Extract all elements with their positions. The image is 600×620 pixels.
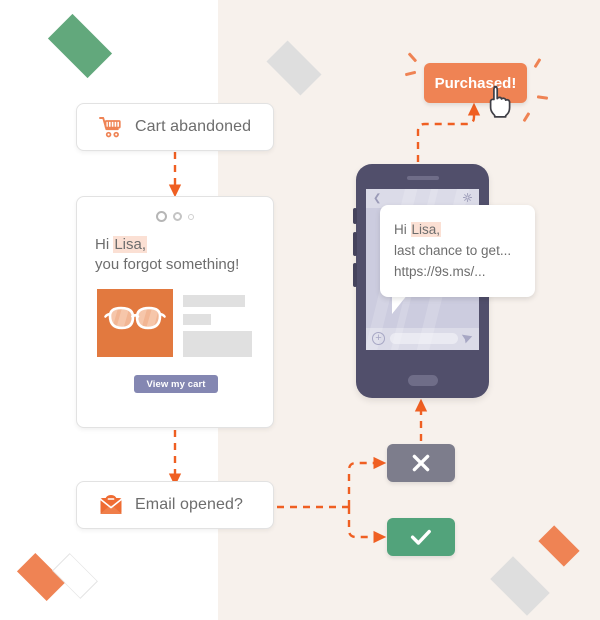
- node-cart-abandoned[interactable]: Cart abandoned: [76, 103, 274, 151]
- x-icon: [411, 453, 431, 473]
- sunglasses-icon: [104, 306, 166, 330]
- sms-line3: https://9s.ms/...: [394, 264, 486, 279]
- node-cart-abandoned-label: Cart abandoned: [135, 118, 252, 135]
- send-icon[interactable]: [461, 333, 473, 345]
- pointing-hand-cursor: [487, 85, 513, 118]
- dot-small-icon: [188, 213, 194, 220]
- phone-volume-down-button[interactable]: [353, 263, 357, 287]
- phone-earpiece: [406, 176, 439, 180]
- result-button-positive[interactable]: [387, 518, 455, 556]
- check-icon: [410, 527, 432, 547]
- plus-circle-icon[interactable]: +: [372, 332, 385, 345]
- email-placeholder-bar-2: [183, 314, 211, 325]
- envelope-icon: [99, 494, 123, 516]
- phone-mute-button[interactable]: [353, 208, 357, 224]
- email-placeholder-block-3: [183, 331, 252, 357]
- shopping-cart-icon: [99, 116, 123, 138]
- sms-line2: last chance to get...: [394, 243, 512, 258]
- email-greeting-prefix: Hi: [95, 236, 114, 253]
- node-email-opened[interactable]: Email opened?: [76, 481, 274, 529]
- email-card-dots: [77, 211, 273, 222]
- sms-bubble-text: Hi Lisa, last chance to get... https://9…: [394, 219, 511, 282]
- email-greeting: Hi Lisa, you forgot something!: [95, 235, 239, 275]
- sms-line1-name: Lisa,: [410, 222, 442, 237]
- sms-line1-prefix: Hi: [394, 222, 411, 237]
- illustration-canvas: Cart abandoned Hi Lisa, you forgot somet…: [0, 0, 600, 620]
- email-preview-card[interactable]: Hi Lisa, you forgot something! View my c…: [76, 196, 274, 428]
- gear-icon[interactable]: [463, 193, 472, 202]
- email-subject-line: you forgot something!: [95, 256, 240, 273]
- email-product-image: [97, 289, 173, 357]
- dot-large-icon: [156, 211, 167, 222]
- email-greeting-name: Lisa,: [113, 236, 148, 253]
- view-my-cart-button[interactable]: View my cart: [134, 375, 218, 393]
- result-button-negative[interactable]: [387, 444, 455, 482]
- phone-message-input[interactable]: [390, 333, 458, 344]
- chevron-left-icon[interactable]: ❮: [373, 194, 381, 204]
- email-placeholder-bar-1: [183, 295, 245, 307]
- sms-bubble-tail: [392, 294, 408, 314]
- sms-bubble: Hi Lisa, last chance to get... https://9…: [380, 205, 535, 297]
- dot-medium-icon: [173, 212, 182, 221]
- phone-volume-up-button[interactable]: [353, 232, 357, 256]
- phone-home-button[interactable]: [407, 375, 438, 386]
- node-email-opened-label: Email opened?: [135, 496, 244, 513]
